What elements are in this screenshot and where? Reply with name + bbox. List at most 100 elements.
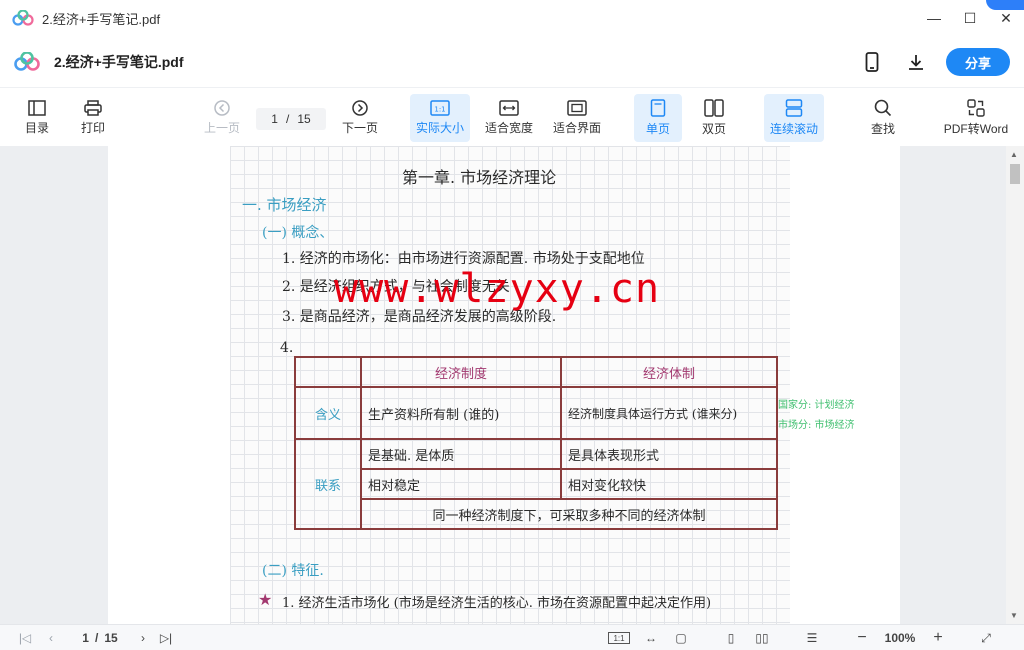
actual-size-icon: 1:1: [430, 100, 450, 116]
window-title: 2.经济+手写笔记.pdf: [42, 11, 161, 27]
scroll-down-icon[interactable]: ▼: [1010, 611, 1018, 620]
document-viewer[interactable]: 第一章. 市场经济理论 一. 市场经济 (一) 概念、 1. 经济的市场化：由市…: [0, 146, 1024, 624]
comparison-table: 经济制度 经济体制 含义 生产资料所有制 (谁的) 经济制度具体运行方式 (谁来…: [294, 356, 778, 530]
table-header-system: 经济制度: [360, 356, 562, 388]
prev-label: 上一页: [203, 121, 240, 135]
scroll-up-icon[interactable]: ▲: [1010, 150, 1018, 159]
convert-icon: [967, 99, 985, 117]
fit-screen-button[interactable]: 适合界面: [550, 94, 604, 142]
toc-button[interactable]: 目录: [18, 94, 56, 142]
zoom-level[interactable]: 100%: [878, 629, 922, 647]
fit-screen-label: 适合界面: [552, 121, 601, 135]
status-double-page-icon[interactable]: ▯▯: [752, 629, 772, 647]
page-total: 15: [297, 112, 311, 126]
double-page-label: 双页: [701, 122, 726, 136]
continuous-scroll-button[interactable]: 连续滚动: [764, 94, 824, 142]
share-button[interactable]: 分享: [946, 48, 1010, 76]
status-fit-width-icon[interactable]: ↔: [640, 629, 662, 647]
table-side-note: 国家分: 计划经济 市场分: 市场经济: [778, 396, 855, 436]
next-page-button[interactable]: 下一页: [338, 94, 382, 142]
status-single-page-icon[interactable]: ▯: [722, 629, 740, 647]
scroll-thumb[interactable]: [1010, 164, 1020, 184]
status-actual-size-icon[interactable]: 1:1: [608, 632, 630, 644]
arrow-left-circle-icon: [214, 100, 230, 116]
status-page-current: 1: [82, 631, 89, 645]
last-page-icon[interactable]: ▷|: [156, 629, 176, 647]
search-icon: [874, 99, 892, 117]
download-icon[interactable]: [894, 46, 938, 78]
fit-width-label: 适合宽度: [484, 121, 533, 135]
page-separator: /: [285, 112, 290, 126]
actual-size-icon-text: 1:1: [434, 106, 445, 114]
single-page-label: 单页: [645, 122, 670, 136]
continuous-scroll-icon: [785, 99, 803, 117]
zoom-out-icon[interactable]: −: [852, 629, 872, 647]
status-page-total: 15: [104, 631, 118, 645]
toc-label: 目录: [24, 121, 49, 135]
document-name: 2.经济+手写笔记.pdf: [54, 53, 184, 70]
print-label: 打印: [80, 121, 105, 135]
close-button[interactable]: ✕: [988, 10, 1024, 27]
double-page-icon: [704, 99, 724, 117]
single-page-icon: [650, 99, 666, 117]
continuous-scroll-label: 连续滚动: [769, 122, 818, 136]
corner-badge: [986, 0, 1024, 10]
table-cell-operation: 经济制度具体运行方式 (谁来分): [560, 386, 778, 440]
status-page-separator: /: [94, 631, 99, 645]
table-row-meaning-label: 含义: [294, 386, 362, 440]
sidebar-icon: [28, 100, 46, 116]
table-cell-changing: 相对变化较快: [560, 468, 778, 500]
side-note-market: 市场分: 市场经济: [778, 420, 855, 431]
subsection-heading-features: (二) 特征.: [262, 563, 324, 579]
arrow-right-circle-icon: [352, 100, 368, 116]
actual-size-label: 实际大小: [415, 121, 464, 135]
handwritten-note: 第一章. 市场经济理论 一. 市场经济 (一) 概念、 1. 经济的市场化：由市…: [230, 146, 855, 624]
prev-page-icon[interactable]: ‹: [42, 629, 60, 647]
pdf-to-word-label: PDF转Word: [943, 122, 1009, 136]
single-page-button[interactable]: 单页: [634, 94, 682, 142]
document-header: 2.经济+手写笔记.pdf 分享: [0, 36, 1024, 88]
note-line-5: 1. 经济生活市场化 (市场是经济生活的核心. 市场在资源配置中起决定作用): [282, 596, 712, 611]
vertical-scrollbar[interactable]: ▲ ▼: [1006, 146, 1024, 624]
prev-page-button[interactable]: 上一页: [200, 94, 244, 142]
first-page-icon[interactable]: |◁: [16, 629, 34, 647]
maximize-button[interactable]: ☐: [952, 10, 988, 27]
actual-size-button[interactable]: 1:1 实际大小: [410, 94, 470, 142]
page-number-input[interactable]: 1 / 15: [256, 108, 326, 130]
status-fit-screen-icon[interactable]: ▢: [670, 629, 692, 647]
fit-width-button[interactable]: 适合宽度: [482, 94, 536, 142]
search-label: 查找: [870, 122, 895, 136]
mobile-icon[interactable]: [850, 46, 894, 78]
title-bar: 2.经济+手写笔记.pdf — ☐ ✕: [0, 0, 1024, 36]
status-page-indicator[interactable]: 1 / 15: [70, 629, 130, 647]
table-cell-same-system: 同一种经济制度下，可采取多种不同的经济体制: [360, 498, 778, 530]
fit-width-icon: [499, 100, 519, 116]
table-header-mechanism: 经济体制: [560, 356, 778, 388]
subsection-heading-concept: (一) 概念、: [262, 225, 334, 241]
table-cell-ownership: 生产资料所有制 (谁的): [360, 386, 562, 440]
double-page-button[interactable]: 双页: [694, 94, 734, 142]
side-note-planned: 国家分: 计划经济: [778, 400, 855, 411]
note-line-1: 1. 经济的市场化：由市场进行资源配置. 市场处于支配地位: [282, 251, 645, 267]
pdf-to-word-button[interactable]: PDF转Word: [940, 94, 1012, 142]
star-icon: ★: [258, 590, 273, 609]
table-cell-form: 是具体表现形式: [560, 438, 778, 470]
page-current: 1: [271, 112, 278, 126]
chapter-title: 第一章. 市场经济理论: [402, 168, 557, 187]
pdf-page: 第一章. 市场经济理论 一. 市场经济 (一) 概念、 1. 经济的市场化：由市…: [108, 146, 900, 624]
print-button[interactable]: 打印: [74, 94, 112, 142]
section-heading: 一. 市场经济: [242, 196, 327, 214]
status-bar: |◁ ‹ 1 / 15 › ▷| 1:1 ↔ ▢ ▯ ▯▯ ☰ − 100% +…: [0, 624, 1024, 650]
search-button[interactable]: 查找: [864, 94, 902, 142]
status-continuous-icon[interactable]: ☰: [802, 629, 822, 647]
app-logo-icon: [12, 10, 34, 26]
app-logo-icon: [14, 51, 40, 71]
zoom-in-icon[interactable]: +: [928, 629, 948, 647]
fullscreen-icon[interactable]: ⤢: [976, 629, 996, 647]
toolbar: 目录 打印 上一页 1 / 15 下一页 1:1 实际大小 适合宽度 适合界面 …: [0, 88, 1024, 146]
table-cell-basis: 是基础. 是体质: [360, 438, 562, 470]
table-cell-stable: 相对稳定: [360, 468, 562, 500]
next-page-icon[interactable]: ›: [134, 629, 152, 647]
minimize-button[interactable]: —: [916, 10, 952, 26]
printer-icon: [84, 100, 102, 116]
